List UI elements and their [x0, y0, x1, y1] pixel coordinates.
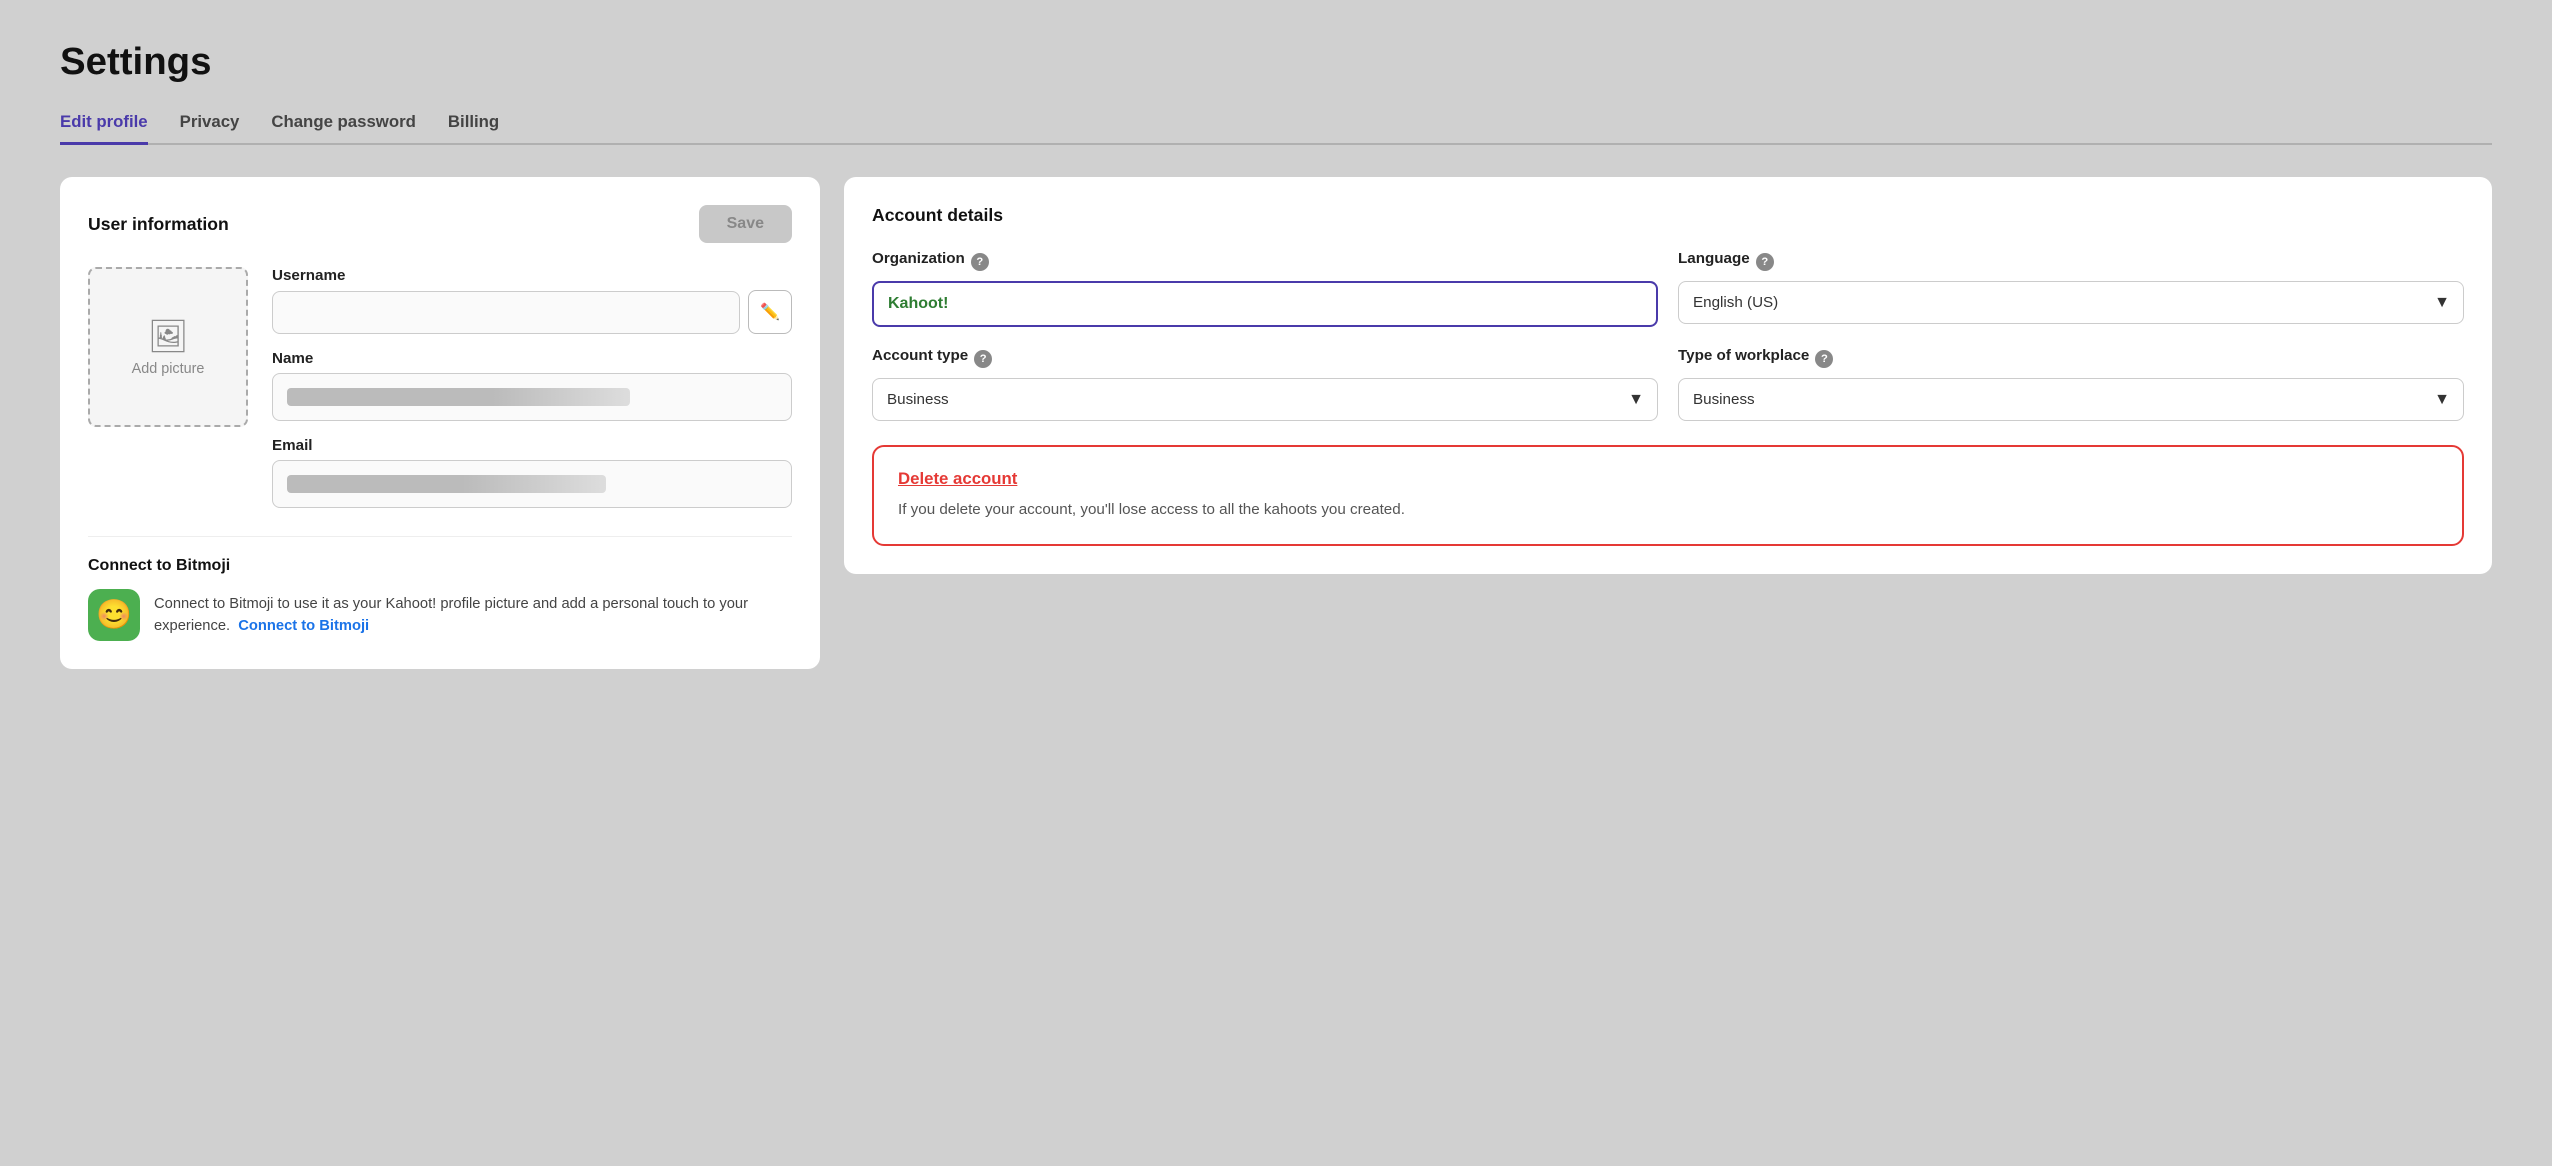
- name-label: Name: [272, 350, 792, 367]
- email-field-group: Email: [272, 437, 792, 508]
- org-language-row: Organization ? Language ? English (US) E…: [872, 250, 2464, 327]
- email-label: Email: [272, 437, 792, 454]
- username-label: Username: [272, 267, 792, 284]
- delete-account-description: If you delete your account, you'll lose …: [898, 499, 2438, 522]
- tab-edit-profile[interactable]: Edit profile: [60, 112, 148, 145]
- email-placeholder-bar: [287, 475, 606, 493]
- connect-bitmoji-title: Connect to Bitmoji: [88, 557, 792, 575]
- settings-tabs: Edit profile Privacy Change password Bil…: [60, 112, 2492, 145]
- connect-bitmoji-link[interactable]: Connect to Bitmoji: [238, 618, 369, 634]
- main-content: User information Save 🖼 Add picture User…: [60, 177, 2492, 669]
- delete-account-box: Delete account If you delete your accoun…: [872, 445, 2464, 546]
- left-panel: User information Save 🖼 Add picture User…: [60, 177, 820, 669]
- workplace-label: Type of workplace: [1678, 347, 1809, 364]
- left-panel-header: User information Save: [88, 205, 792, 243]
- user-info-row: 🖼 Add picture Username ✏️ Name: [88, 267, 792, 508]
- username-input-wrap: ✏️: [272, 290, 792, 334]
- user-fields: Username ✏️ Name Email: [272, 267, 792, 508]
- organization-group: Organization ?: [872, 250, 1658, 327]
- tab-change-password[interactable]: Change password: [271, 112, 416, 145]
- account-type-select-wrap: Business Personal Education ▼: [872, 378, 1658, 421]
- save-button[interactable]: Save: [699, 205, 792, 243]
- user-information-title: User information: [88, 214, 229, 235]
- connect-bitmoji-section: Connect to Bitmoji 😊 Connect to Bitmoji …: [88, 536, 792, 641]
- workplace-select[interactable]: Business School University Home: [1678, 378, 2464, 421]
- workplace-help-icon[interactable]: ?: [1815, 350, 1833, 368]
- name-field-group: Name: [272, 350, 792, 421]
- avatar-upload[interactable]: 🖼 Add picture: [88, 267, 248, 427]
- workplace-group: Type of workplace ? Business School Univ…: [1678, 347, 2464, 421]
- connect-bitmoji-text: Connect to Bitmoji to use it as your Kah…: [154, 593, 792, 637]
- organization-help-icon[interactable]: ?: [971, 253, 989, 271]
- username-field-group: Username ✏️: [272, 267, 792, 334]
- language-select[interactable]: English (US) English (UK) Spanish French…: [1678, 281, 2464, 324]
- bitmoji-icon: 😊: [88, 589, 140, 641]
- username-edit-button[interactable]: ✏️: [748, 290, 792, 334]
- right-panel-header: Account details: [872, 205, 2464, 226]
- language-group: Language ? English (US) English (UK) Spa…: [1678, 250, 2464, 327]
- language-select-wrap: English (US) English (UK) Spanish French…: [1678, 281, 2464, 324]
- bitmoji-face-icon: 😊: [96, 598, 132, 632]
- email-input[interactable]: [272, 460, 792, 508]
- tab-privacy[interactable]: Privacy: [180, 112, 240, 145]
- workplace-select-wrap: Business School University Home ▼: [1678, 378, 2464, 421]
- right-panel: Account details Organization ? Language …: [844, 177, 2492, 574]
- username-input[interactable]: [272, 291, 740, 334]
- language-label: Language: [1678, 250, 1750, 267]
- delete-account-link[interactable]: Delete account: [898, 469, 1017, 489]
- language-help-icon[interactable]: ?: [1756, 253, 1774, 271]
- connect-bitmoji-row: 😊 Connect to Bitmoji to use it as your K…: [88, 589, 792, 641]
- page-title: Settings: [60, 40, 2492, 84]
- organization-label: Organization: [872, 250, 965, 267]
- account-details-title: Account details: [872, 205, 1003, 226]
- org-label-row: Organization ?: [872, 250, 1658, 273]
- name-placeholder-bar: [287, 388, 630, 406]
- add-picture-label: Add picture: [132, 361, 205, 377]
- language-label-row: Language ?: [1678, 250, 2464, 273]
- image-icon: 🖼: [148, 317, 189, 355]
- account-type-group: Account type ? Business Personal Educati…: [872, 347, 1658, 421]
- account-type-workplace-row: Account type ? Business Personal Educati…: [872, 347, 2464, 421]
- tab-billing[interactable]: Billing: [448, 112, 499, 145]
- workplace-label-row: Type of workplace ?: [1678, 347, 2464, 370]
- name-input[interactable]: [272, 373, 792, 421]
- account-type-label: Account type: [872, 347, 968, 364]
- organization-input[interactable]: [872, 281, 1658, 327]
- account-type-help-icon[interactable]: ?: [974, 350, 992, 368]
- account-type-label-row: Account type ?: [872, 347, 1658, 370]
- account-type-select[interactable]: Business Personal Education: [872, 378, 1658, 421]
